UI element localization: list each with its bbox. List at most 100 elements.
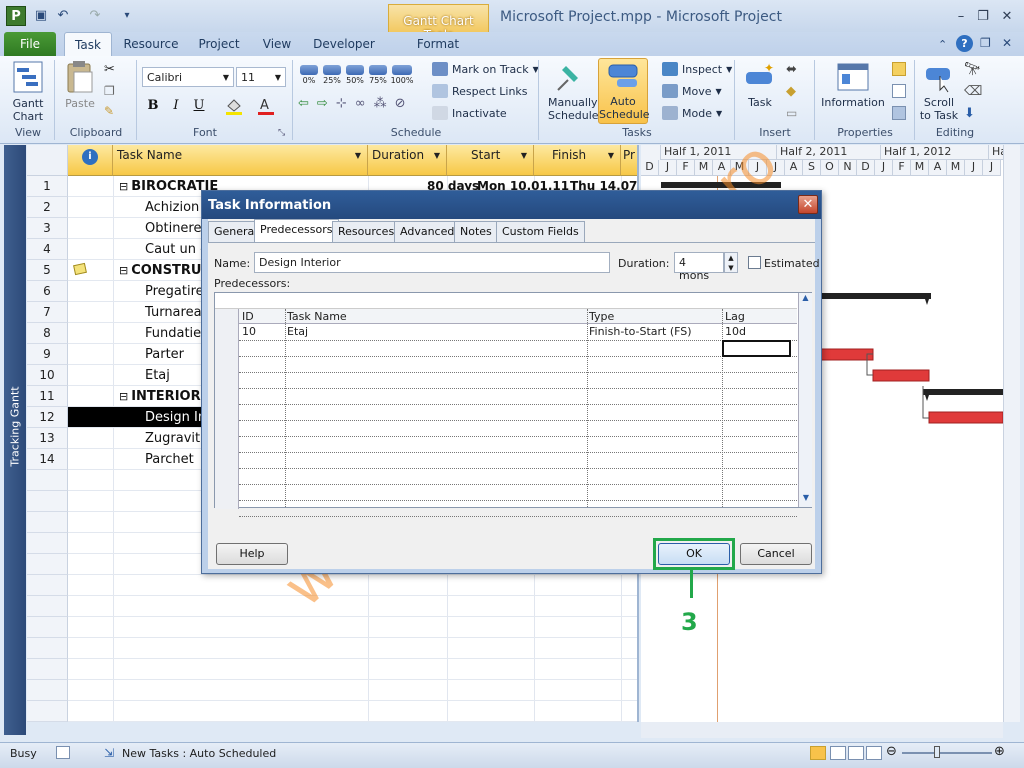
zoom-slider[interactable] <box>902 752 992 754</box>
entry-bar[interactable] <box>215 293 797 309</box>
empty-row[interactable] <box>68 617 637 638</box>
empty-row-number[interactable] <box>27 470 68 491</box>
dialog-launcher-icon[interactable]: ⤡ <box>278 128 285 138</box>
help-button[interactable]: Help <box>216 543 288 565</box>
row-number[interactable]: 3 <box>27 218 68 239</box>
dialog-close-icon[interactable]: ✕ <box>798 195 818 214</box>
tab-notes[interactable]: Notes <box>454 221 498 242</box>
ok-button[interactable]: OK <box>658 543 730 565</box>
fill-color-button[interactable] <box>224 96 244 116</box>
tab-view[interactable]: View <box>255 32 299 56</box>
row-number[interactable]: 6 <box>27 281 68 302</box>
mode-button[interactable]: Mode ▼ <box>662 106 722 120</box>
close-doc-icon[interactable]: ✕ <box>1002 36 1012 50</box>
notes-icon[interactable] <box>892 62 906 76</box>
manually-schedule-button[interactable]: Manually Schedule <box>548 60 599 124</box>
row-number[interactable]: 7 <box>27 302 68 323</box>
paste-button[interactable] <box>64 60 96 94</box>
restore-doc-icon[interactable]: ❐ <box>980 36 991 50</box>
task-name-cell[interactable]: Caut un c <box>145 239 207 260</box>
empty-row[interactable] <box>68 701 637 722</box>
minimize-ribbon-icon[interactable]: ⌃ <box>938 38 947 51</box>
customize-qat-icon[interactable]: ▾ <box>118 6 136 24</box>
new-tasks-mode[interactable]: New Tasks : Auto Scheduled <box>122 747 276 760</box>
gantt-view-shortcut-icon[interactable] <box>810 746 826 760</box>
indicators-column-header[interactable]: i <box>68 145 113 176</box>
row-number[interactable]: 8 <box>27 323 68 344</box>
row-number[interactable]: 5 <box>27 260 68 281</box>
zoom-out-icon[interactable]: ⊖ <box>886 744 897 759</box>
scroll-to-task-button[interactable]: Scroll to Task <box>918 60 960 122</box>
empty-row[interactable] <box>68 575 637 596</box>
empty-row-number[interactable] <box>27 554 68 575</box>
empty-row-number[interactable] <box>27 680 68 701</box>
row-number[interactable]: 4 <box>27 239 68 260</box>
empty-row-number[interactable] <box>27 617 68 638</box>
clear-icon[interactable]: ⌫ <box>964 84 982 99</box>
task-name-cell[interactable]: Pregatire <box>145 281 204 302</box>
split-icon[interactable]: ⊘ <box>395 96 406 116</box>
empty-row-number[interactable] <box>27 512 68 533</box>
inactivate-button[interactable]: Inactivate <box>432 106 507 120</box>
respect-links-button[interactable]: Respect Links <box>432 84 528 98</box>
empty-row-number[interactable] <box>27 491 68 512</box>
minimize-icon[interactable]: – <box>950 8 972 24</box>
gantt-horizontal-scrollbar[interactable] <box>641 722 1003 738</box>
restore-icon[interactable]: ❐ <box>972 8 994 24</box>
cut-icon[interactable]: ✂ <box>104 62 115 77</box>
tab-custom-fields[interactable]: Custom Fields <box>496 221 585 242</box>
bold-button[interactable]: B <box>144 96 162 114</box>
collapse-icon[interactable]: ⊟ <box>119 264 128 277</box>
resource-sheet-shortcut-icon[interactable] <box>866 746 882 760</box>
redo-icon[interactable]: ↷ <box>86 6 104 24</box>
underline-button[interactable]: U <box>190 96 208 114</box>
tab-resources[interactable]: Resources <box>332 221 401 242</box>
empty-row-number[interactable] <box>27 596 68 617</box>
empty-row-number[interactable] <box>27 659 68 680</box>
duration-spinner[interactable]: ▲ ▼ <box>724 252 738 273</box>
empty-row-number[interactable] <box>27 575 68 596</box>
macro-record-icon[interactable] <box>56 746 70 759</box>
undo-icon[interactable]: ↶ <box>54 6 72 24</box>
indent-icon[interactable]: ⇨ <box>317 96 328 116</box>
fill-icon[interactable]: ⬇ <box>964 106 975 121</box>
pct-25-button[interactable]: 25% <box>321 64 343 90</box>
empty-row[interactable] <box>68 638 637 659</box>
unlink-icon[interactable]: ⁂ <box>374 96 387 116</box>
auto-schedule-button[interactable]: Auto Schedule <box>598 58 650 124</box>
task-name-cell[interactable]: Parter <box>145 344 184 365</box>
close-window-icon[interactable]: ✕ <box>996 8 1018 24</box>
row-number[interactable]: 13 <box>27 428 68 449</box>
start-column-header[interactable]: Start ▼ <box>447 145 534 176</box>
insert-summary-icon[interactable]: ⬌ <box>786 62 797 77</box>
duration-field[interactable]: 4 mons <box>674 252 724 282</box>
zoom-slider-thumb[interactable] <box>934 746 940 758</box>
task-name-cell[interactable]: Fundatie <box>145 323 201 344</box>
deliverable-icon[interactable]: ▭ <box>786 106 797 120</box>
link-icon[interactable]: ∞ <box>355 96 366 116</box>
task-name-cell[interactable]: Turnarea <box>145 302 202 323</box>
estimated-checkbox[interactable] <box>748 256 761 269</box>
collapse-icon[interactable]: ⊟ <box>119 390 128 403</box>
font-size-select[interactable]: 11 ▼ <box>236 67 286 87</box>
italic-button[interactable]: I <box>167 96 185 114</box>
mark-on-track-button[interactable]: Mark on Track ▼ <box>432 62 539 76</box>
gantt-vertical-scrollbar[interactable] <box>1003 145 1020 722</box>
table-row[interactable]: 10 Etaj Finish-to-Start (FS) 10d <box>239 324 797 340</box>
tab-advanced[interactable]: Advanced <box>394 221 461 242</box>
name-field[interactable]: Design Interior <box>254 252 610 273</box>
collapse-icon[interactable]: ⊟ <box>119 180 128 193</box>
task-name-cell[interactable]: Obtinere <box>145 218 202 239</box>
empty-row[interactable] <box>68 596 637 617</box>
pct-50-button[interactable]: 50% <box>344 64 366 90</box>
tab-project[interactable]: Project <box>190 32 248 56</box>
row-number[interactable]: 1 <box>27 176 68 197</box>
task-name-cell[interactable]: Zugravit <box>145 428 200 449</box>
scroll-up-icon[interactable]: ▲ <box>799 293 812 307</box>
row-number[interactable]: 12 <box>27 407 68 428</box>
table-scrollbar[interactable]: ▲ ▼ <box>798 293 812 507</box>
pct-75-button[interactable]: 75% <box>367 64 389 90</box>
task-usage-shortcut-icon[interactable] <box>830 746 846 760</box>
pct-100-button[interactable]: 100% <box>390 64 414 90</box>
gantt-chart-button[interactable] <box>8 60 48 96</box>
